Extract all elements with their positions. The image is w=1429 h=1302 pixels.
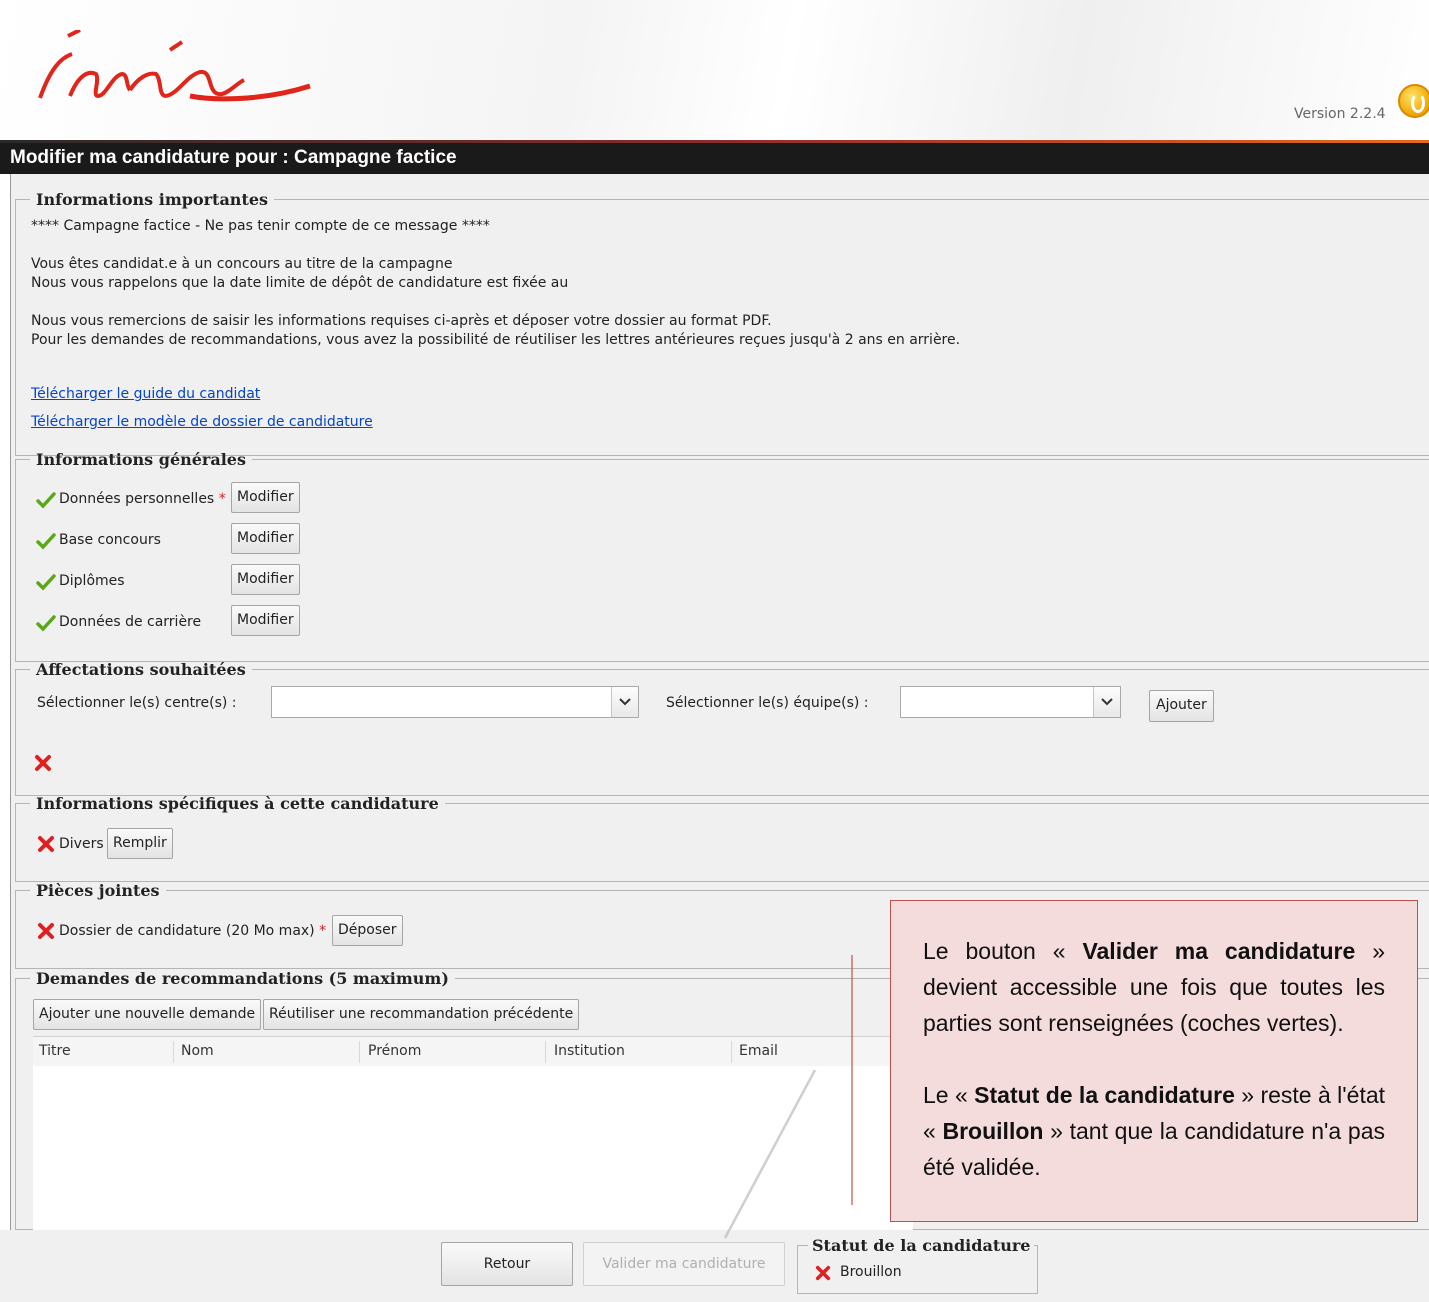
callout-text: Le «: [923, 1082, 975, 1108]
callout-paragraph-status: Le « Statut de la candidature » reste à …: [923, 1077, 1385, 1185]
callout-bold-text: Brouillon: [942, 1118, 1044, 1144]
callout-paragraph-validate: Le bouton « Valider ma candidature » dev…: [923, 933, 1385, 1041]
callout-bold-text: Valider ma candidature: [1082, 938, 1356, 964]
callout-bold-text: Statut de la candidature: [974, 1082, 1235, 1108]
callout-text: Le bouton «: [923, 938, 1083, 964]
help-callout: Le bouton « Valider ma candidature » dev…: [890, 900, 1418, 1222]
